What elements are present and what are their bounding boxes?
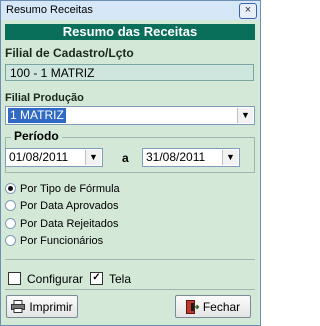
imprimir-button[interactable]: Imprimir bbox=[6, 295, 78, 318]
chevron-down-icon[interactable]: ▼ bbox=[222, 150, 238, 165]
periodo-end-date[interactable]: 31/08/2011 ▼ bbox=[142, 148, 240, 167]
fechar-label: Fechar bbox=[202, 300, 241, 314]
radio-button[interactable] bbox=[5, 217, 16, 229]
periodo-end-value: 31/08/2011 bbox=[146, 150, 206, 164]
radio-por-tipo-formula[interactable]: Por Tipo de Fórmula bbox=[5, 182, 120, 196]
filial-producao-select[interactable]: 1 MATRIZ ▼ bbox=[5, 106, 255, 125]
resumo-receitas-window: Resumo Receitas × Resumo das Receitas Fi… bbox=[0, 0, 261, 326]
radio-por-funcionarios[interactable]: Por Funcionários bbox=[5, 234, 103, 248]
configurar-label: Configurar bbox=[27, 272, 84, 286]
radio-label: Por Data Rejeitados bbox=[20, 218, 119, 230]
radio-button[interactable] bbox=[5, 199, 16, 211]
radio-label: Por Data Aprovados bbox=[20, 200, 119, 212]
fechar-button[interactable]: Fechar bbox=[175, 295, 251, 318]
imprimir-label: Imprimir bbox=[29, 300, 73, 314]
periodo-label: Período bbox=[11, 129, 62, 143]
radio-button[interactable] bbox=[5, 234, 16, 246]
configurar-checkbox[interactable]: Configurar bbox=[8, 272, 83, 286]
periodo-separator: a bbox=[122, 151, 129, 165]
radio-label: Por Funcionários bbox=[20, 235, 104, 247]
checkmark-icon[interactable]: ✓ bbox=[90, 272, 103, 286]
radio-button-checked[interactable] bbox=[5, 182, 16, 194]
periodo-start-value: 01/08/2011 bbox=[9, 150, 69, 164]
filial-producao-label: Filial Produção bbox=[5, 92, 84, 104]
radio-label: Por Tipo de Fórmula bbox=[20, 183, 120, 195]
chevron-down-icon[interactable]: ▼ bbox=[237, 108, 253, 123]
separator-line bbox=[5, 259, 255, 260]
form-header: Resumo das Receitas bbox=[5, 24, 255, 40]
tela-label: Tela bbox=[109, 272, 132, 286]
checkbox-box[interactable] bbox=[8, 272, 21, 286]
chevron-down-icon[interactable]: ▼ bbox=[85, 150, 101, 165]
filial-producao-selected: 1 MATRIZ bbox=[8, 108, 66, 123]
printer-icon bbox=[11, 300, 26, 314]
close-window-button[interactable]: × bbox=[239, 3, 257, 19]
radio-por-data-rejeitados[interactable]: Por Data Rejeitados bbox=[5, 217, 118, 231]
window-title: Resumo Receitas bbox=[6, 4, 93, 16]
radio-por-data-aprovados[interactable]: Por Data Aprovados bbox=[5, 199, 118, 213]
tela-checkbox[interactable]: ✓ Tela bbox=[90, 272, 131, 286]
filial-cadastro-label: Filial de Cadastro/Lçto bbox=[5, 46, 134, 60]
exit-door-icon bbox=[185, 299, 199, 314]
periodo-start-date[interactable]: 01/08/2011 ▼ bbox=[5, 148, 103, 167]
filial-cadastro-value: 100 - 1 MATRIZ bbox=[5, 64, 254, 81]
window-titlebar: Resumo Receitas × bbox=[1, 1, 260, 20]
separator-line bbox=[5, 289, 255, 290]
